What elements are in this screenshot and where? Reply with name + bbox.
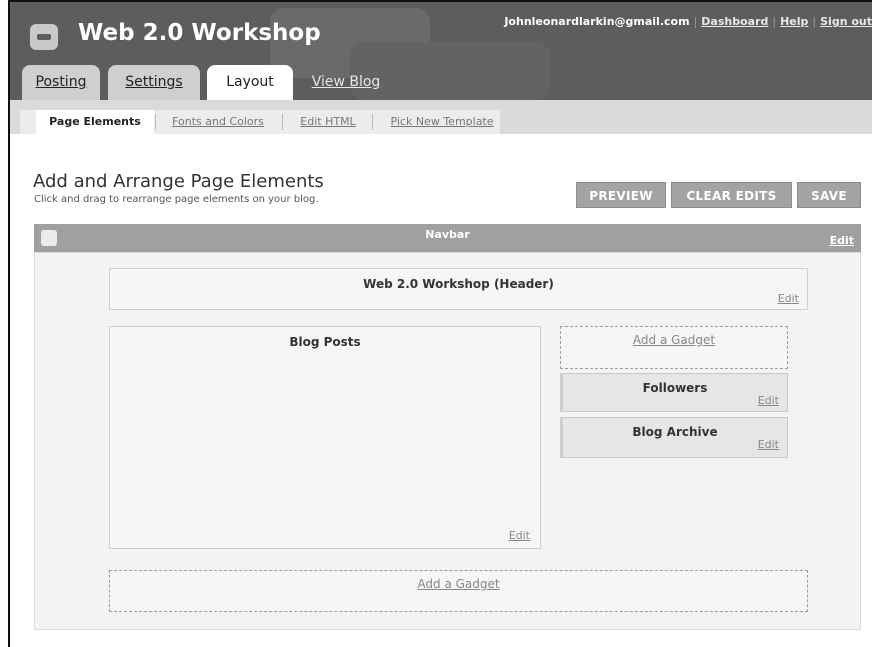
- user-email: Johnleonardlarkin@gmail.com: [504, 15, 690, 28]
- separator: |: [812, 15, 817, 28]
- subtab-fonts-and-colors[interactable]: Fonts and Colors: [156, 110, 280, 134]
- blog-archive-gadget[interactable]: Blog Archive Edit: [560, 417, 788, 458]
- header-widget[interactable]: Web 2.0 Workshop (Header) Edit: [109, 268, 808, 310]
- followers-gadget[interactable]: Followers Edit: [560, 373, 788, 412]
- widget-title: Followers: [642, 381, 708, 395]
- navbar-element[interactable]: Navbar Edit: [34, 224, 861, 252]
- tab-layout[interactable]: Layout: [207, 65, 293, 100]
- subtab-label: Edit HTML: [300, 115, 356, 128]
- dashboard-link[interactable]: Dashboard: [701, 15, 768, 28]
- tab-posting[interactable]: Posting: [22, 65, 100, 100]
- widget-title: Web 2.0 Workshop (Header): [363, 277, 554, 291]
- tab-view-blog[interactable]: View Blog: [300, 65, 392, 100]
- subtab-edit-html[interactable]: Edit HTML: [284, 110, 372, 134]
- navbar-edit-link[interactable]: Edit: [830, 234, 854, 247]
- widget-title: Blog Archive: [632, 425, 718, 439]
- tab-label: View Blog: [311, 74, 381, 90]
- page-subtitle: Click and drag to rearrange page element…: [34, 194, 319, 205]
- tab-settings[interactable]: Settings: [108, 65, 200, 100]
- subtab-label: Page Elements: [49, 115, 141, 128]
- subtab-page-elements[interactable]: Page Elements: [36, 110, 154, 134]
- blog-archive-edit-link[interactable]: Edit: [758, 438, 779, 451]
- tab-label: Settings: [125, 74, 183, 90]
- header-edit-link[interactable]: Edit: [778, 292, 799, 305]
- sidebar-add-gadget[interactable]: Add a Gadget: [560, 326, 788, 369]
- user-bar: Johnleonardlarkin@gmail.com | Dashboard | He…: [504, 15, 872, 28]
- add-gadget-link[interactable]: Add a Gadget: [110, 577, 807, 591]
- tab-label: Posting: [35, 74, 87, 90]
- blog-posts-widget[interactable]: Blog Posts Edit: [109, 326, 541, 549]
- subtab-label: Pick New Template: [390, 115, 494, 128]
- tab-label: Layout: [226, 74, 274, 90]
- subtab-label: Fonts and Colors: [172, 115, 264, 128]
- clear-edits-button[interactable]: CLEAR EDITS: [671, 182, 792, 208]
- add-gadget-link[interactable]: Add a Gadget: [561, 333, 787, 347]
- separator: [372, 114, 373, 130]
- page-title: Add and Arrange Page Elements: [33, 171, 324, 192]
- blog-posts-edit-link[interactable]: Edit: [509, 529, 530, 542]
- sign-out-link[interactable]: Sign out: [820, 15, 872, 28]
- widget-title: Blog Posts: [289, 335, 361, 349]
- blog-title: Web 2.0 Workshop: [78, 20, 321, 46]
- followers-edit-link[interactable]: Edit: [758, 394, 779, 407]
- footer-add-gadget[interactable]: Add a Gadget: [109, 570, 808, 612]
- save-button[interactable]: SAVE: [797, 182, 861, 208]
- help-link[interactable]: Help: [780, 15, 808, 28]
- blogger-logo-icon: [30, 24, 58, 50]
- navbar-label: Navbar: [425, 228, 470, 241]
- preview-button[interactable]: PREVIEW: [576, 182, 666, 208]
- separator: |: [772, 15, 777, 28]
- separator: |: [693, 15, 698, 28]
- subtab-pick-new-template[interactable]: Pick New Template: [374, 110, 510, 134]
- separator: [282, 114, 283, 130]
